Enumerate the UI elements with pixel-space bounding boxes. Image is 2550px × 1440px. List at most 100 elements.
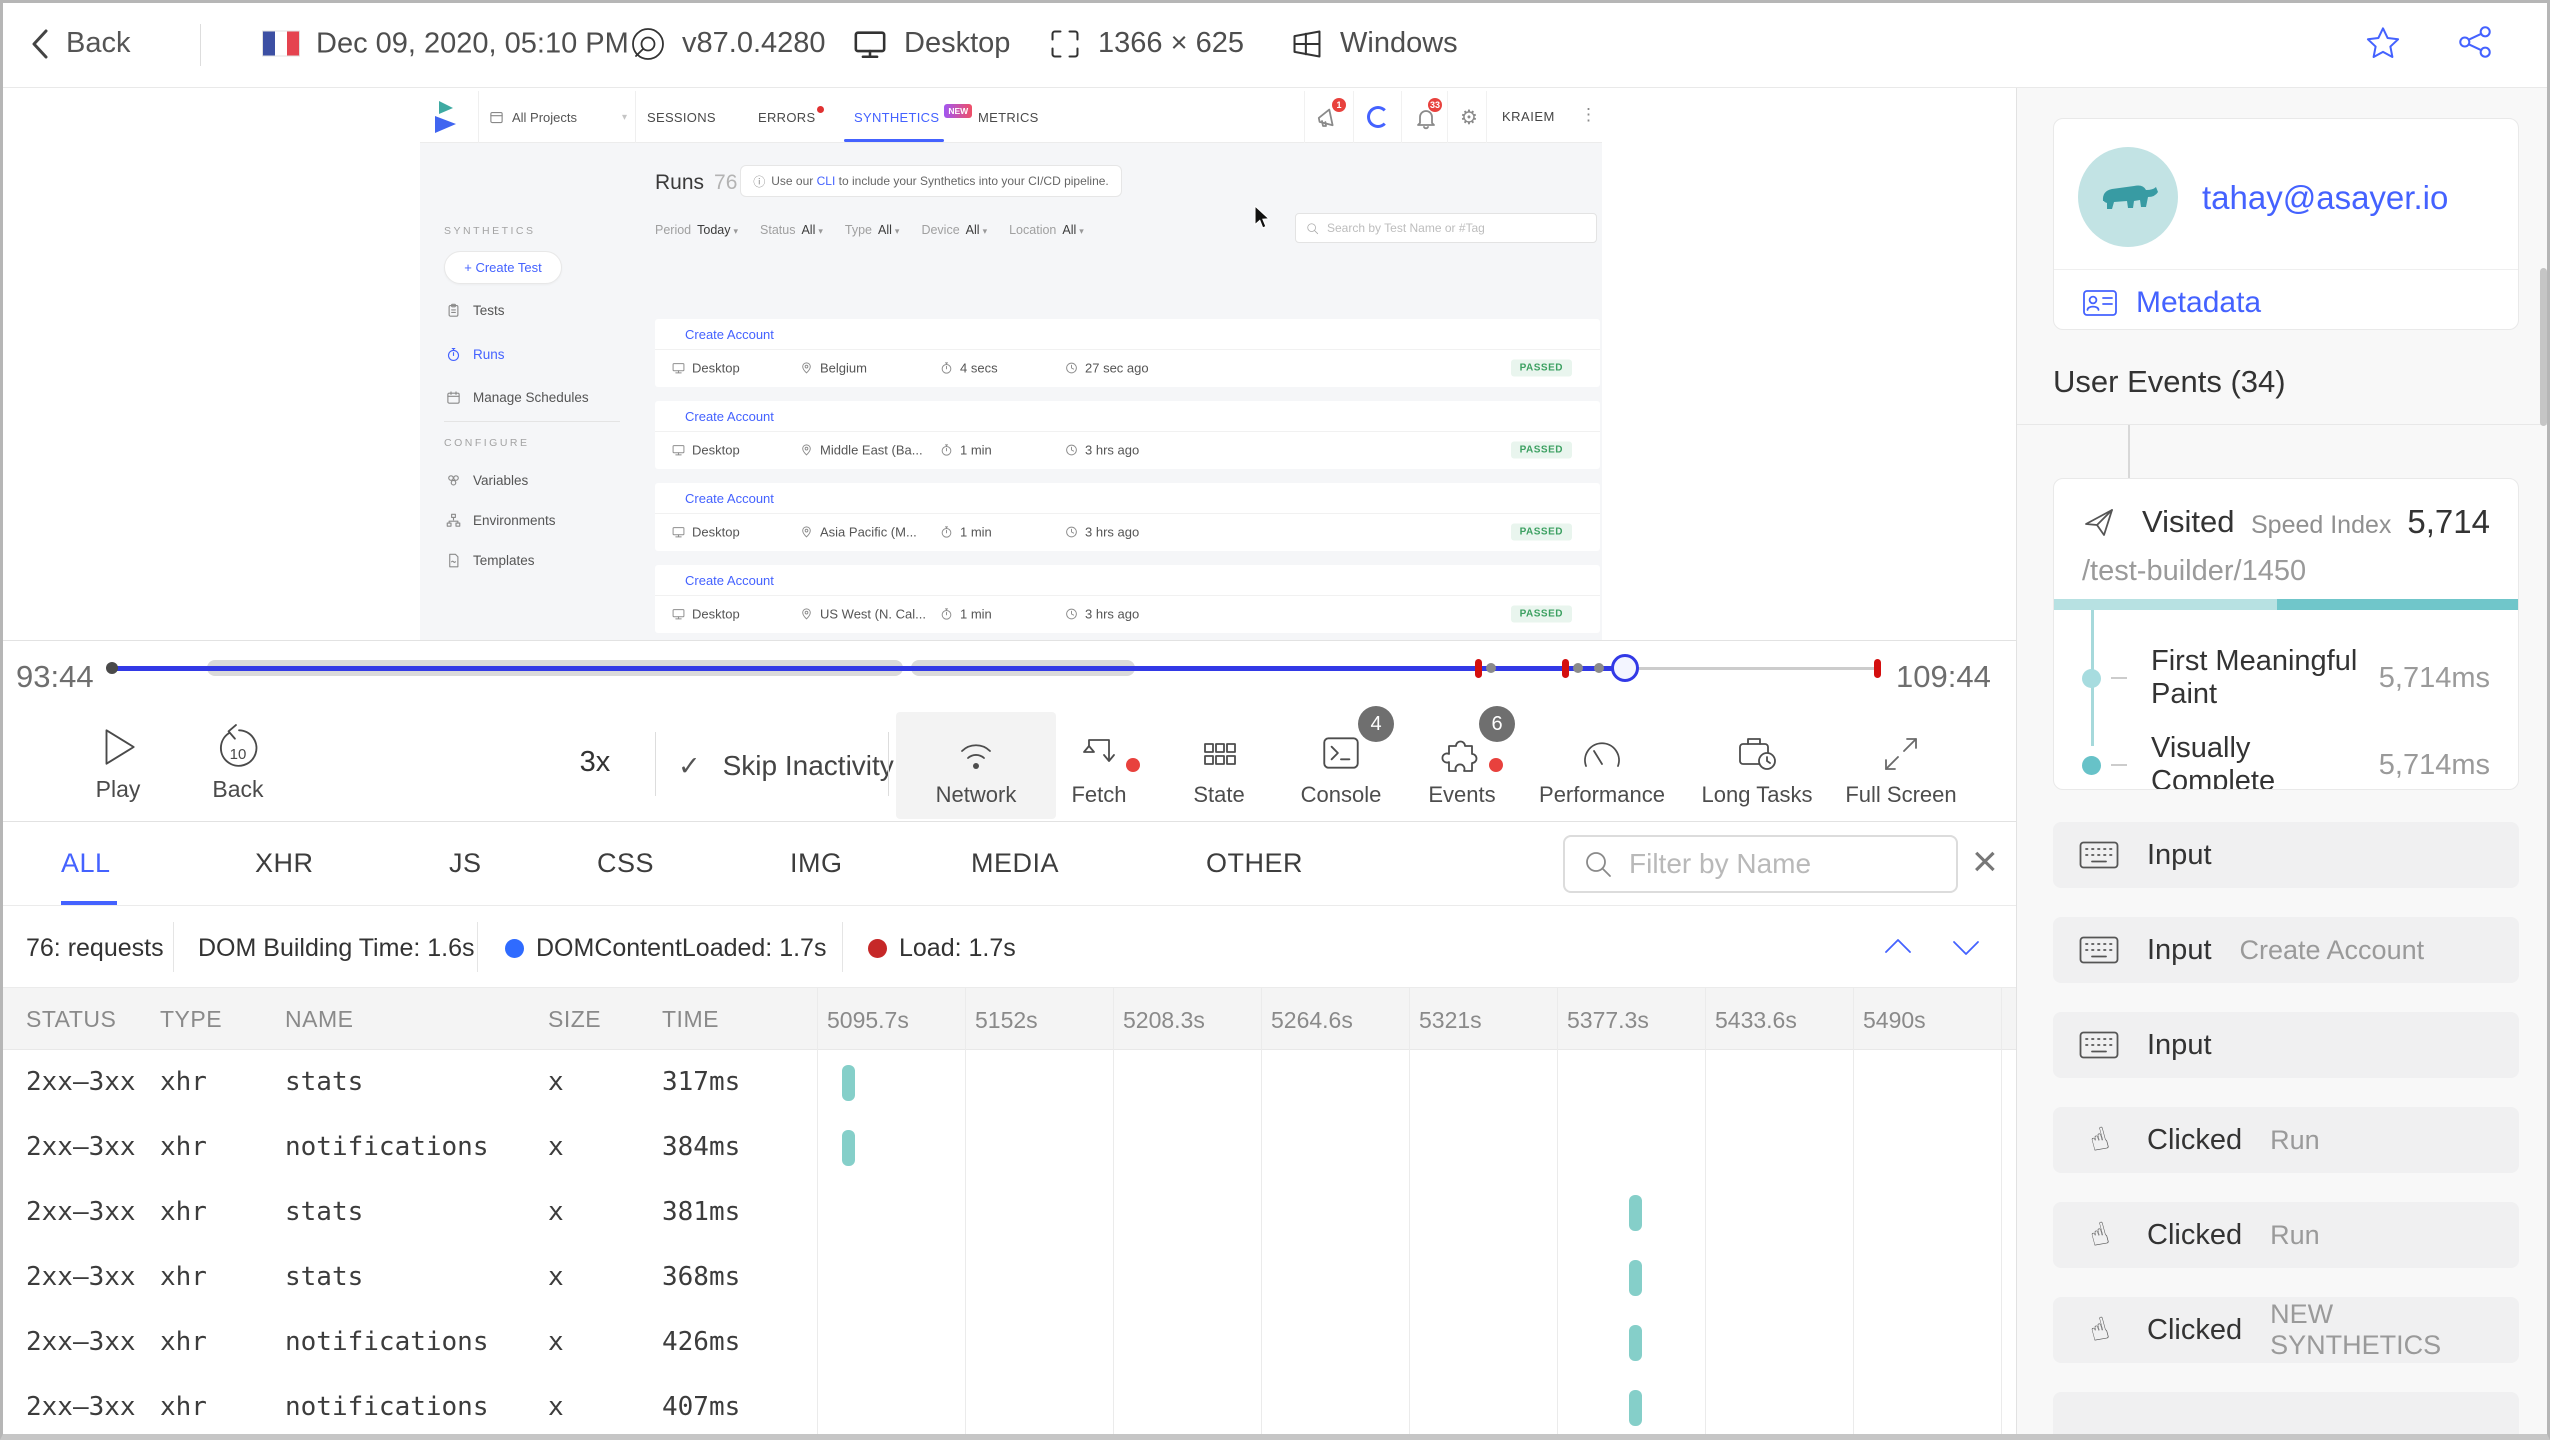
events-count-badge: 6 — [1479, 706, 1515, 742]
loading-spinner-icon — [1367, 106, 1389, 128]
play-button[interactable]: Play — [58, 724, 178, 803]
timeline-progress[interactable] — [114, 665, 1625, 671]
player-controls: Play 10 Back 3x ✓ Skip Inactivity Networ… — [0, 706, 2016, 822]
visited-event-card[interactable]: Visited Speed Index 5,714 /test-builder/1… — [2053, 478, 2519, 790]
favorite-star-button[interactable] — [2364, 25, 2402, 63]
network-rows: 2xx–3xx xhr stats x 317ms 2xx–3xx xhr notifica… — [0, 1050, 2016, 1440]
long-tasks-icon — [1739, 738, 1776, 770]
event-item-input[interactable]: Input Create Account — [2053, 917, 2519, 983]
tab-media[interactable]: MEDIA — [971, 848, 1059, 879]
user-email-link[interactable]: tahay@asayer.io — [2202, 179, 2448, 217]
section-configure: CONFIGURE — [444, 437, 530, 449]
performance-gauge-icon — [1584, 742, 1620, 767]
requests-count: 76: requests — [26, 934, 164, 962]
tab-img[interactable]: IMG — [790, 848, 843, 879]
event-item-partial[interactable] — [2053, 1392, 2519, 1440]
filter-by-name-input[interactable] — [1627, 847, 1927, 881]
error-marker[interactable] — [1475, 659, 1482, 678]
speed-index-value: 5,714 — [2407, 503, 2490, 540]
metric-visually-complete: Visually Complete 5,714ms — [2054, 732, 2518, 789]
full-screen-button[interactable]: Full Screen — [1826, 722, 1976, 814]
active-tab-underline — [61, 901, 117, 905]
avatar — [2078, 147, 2178, 247]
resolution: 1366 × 625 — [1098, 27, 1244, 59]
network-row[interactable]: 2xx–3xx xhr stats x 368ms — [0, 1245, 2016, 1310]
search-icon — [1586, 852, 1611, 877]
long-tasks-panel-button[interactable]: Long Tasks — [1682, 722, 1832, 814]
tab-js[interactable]: JS — [449, 848, 482, 879]
replay-viewport[interactable]: All Projects ▾ SESSIONS ERRORS SYNTHETIC… — [0, 89, 2016, 640]
speed-button[interactable]: 3x — [555, 746, 635, 779]
request-timing-bar — [1629, 1195, 1642, 1231]
tab-css[interactable]: CSS — [597, 848, 654, 879]
chevron-left-icon — [32, 29, 48, 58]
back-label: Back — [66, 27, 131, 59]
next-chevron-button[interactable] — [1946, 930, 1986, 964]
event-item-input[interactable]: Input — [2053, 1012, 2519, 1078]
replay-app-sidebar: SYNTHETICS + Create Test Tests Runs Mana… — [420, 143, 640, 640]
network-row[interactable]: 2xx–3xx xhr stats x 317ms — [0, 1050, 2016, 1115]
keyboard-icon — [2079, 936, 2119, 964]
request-timing-bar — [842, 1065, 855, 1101]
event-marker[interactable] — [1573, 663, 1583, 673]
search-icon — [1307, 222, 1319, 234]
runs-count: 76 — [714, 171, 738, 194]
event-marker[interactable] — [1486, 663, 1496, 673]
errors-dot — [817, 105, 825, 113]
event-item-clicked[interactable]: ☝ Clicked Run — [2053, 1202, 2519, 1268]
user-menu: KRAIEM — [1502, 109, 1555, 124]
network-row[interactable]: 2xx–3xx xhr notifications x 407ms — [0, 1375, 2016, 1440]
player-timeline[interactable]: 93:44 109:44 — [0, 640, 2016, 710]
tab-other[interactable]: OTHER — [1206, 848, 1303, 879]
event-connector — [2128, 425, 2130, 478]
runs-filters: Period Today ▾ Status All ▾ Type All ▾ Device A… — [655, 223, 1084, 237]
skip-inactivity-toggle[interactable]: ✓ Skip Inactivity — [678, 750, 894, 782]
monitor-icon — [852, 27, 888, 61]
tab-all[interactable]: ALL — [61, 848, 111, 879]
os-name: Windows — [1340, 27, 1458, 59]
metadata-button[interactable]: Metadata — [2082, 286, 2261, 320]
error-marker[interactable] — [1562, 659, 1569, 678]
timeline-scrubber[interactable] — [1611, 654, 1639, 682]
kebab-menu-icon: ⋮ — [1580, 105, 1597, 124]
run-name: Create Account — [655, 483, 1600, 514]
dom-content-loaded: DOMContentLoaded: 1.7s — [505, 934, 826, 963]
error-marker[interactable] — [1874, 659, 1881, 678]
prev-chevron-button[interactable] — [1878, 930, 1918, 964]
network-row[interactable]: 2xx–3xx xhr notifications x 426ms — [0, 1310, 2016, 1375]
back-button[interactable]: Back — [30, 27, 130, 61]
create-test-button: + Create Test — [444, 251, 562, 284]
event-item-clicked[interactable]: ☝ Clicked Run — [2053, 1107, 2519, 1173]
run-card: Create Account Desktop Belgium 4 secs 27… — [655, 319, 1600, 387]
share-button[interactable] — [2458, 25, 2492, 59]
run-card: Create Account Desktop Middle East (Ba..… — [655, 401, 1600, 469]
close-panel-button[interactable]: × — [1972, 836, 1998, 888]
check-icon: ✓ — [678, 750, 701, 781]
network-row[interactable]: 2xx–3xx xhr stats x 381ms — [0, 1180, 2016, 1245]
timeline-track[interactable] — [1625, 666, 1878, 670]
event-marker[interactable] — [1594, 663, 1604, 673]
play-icon — [105, 729, 135, 765]
section-synthetics: SYNTHETICS — [444, 225, 536, 237]
state-icon — [1204, 743, 1236, 765]
network-row[interactable]: 2xx–3xx xhr notifications x 384ms — [0, 1115, 2016, 1180]
console-icon — [1323, 737, 1359, 769]
event-item-input[interactable]: Input — [2053, 822, 2519, 888]
tab-xhr[interactable]: XHR — [255, 848, 314, 879]
back-10s-button[interactable]: 10 Back — [178, 724, 298, 803]
performance-panel-button[interactable]: Performance — [1527, 722, 1677, 814]
browser-version: v87.0.4280 — [682, 27, 826, 59]
sidebar-scrollbar[interactable] — [2540, 268, 2547, 426]
status-badge: PASSED — [1510, 605, 1572, 623]
events-panel-button[interactable]: 6 Events — [1387, 706, 1537, 814]
visited-url: /test-builder/1450 — [2082, 555, 2307, 587]
network-icon — [961, 744, 991, 769]
replay-mouse-cursor — [1254, 206, 1271, 229]
event-item-clicked[interactable]: ☝ Clicked NEW SYNTHETICS — [2053, 1297, 2519, 1363]
network-summary: 76: requests DOM Building Time: 1.6s DOM… — [0, 906, 2016, 988]
session-date-group: Dec 09, 2020, 05:10 PM — [262, 27, 629, 60]
timeline-start-dot — [106, 662, 118, 674]
sidebar-item-runs: Runs — [446, 347, 505, 362]
replay-tab-metrics: METRICS — [978, 109, 1039, 125]
divider — [200, 24, 201, 66]
